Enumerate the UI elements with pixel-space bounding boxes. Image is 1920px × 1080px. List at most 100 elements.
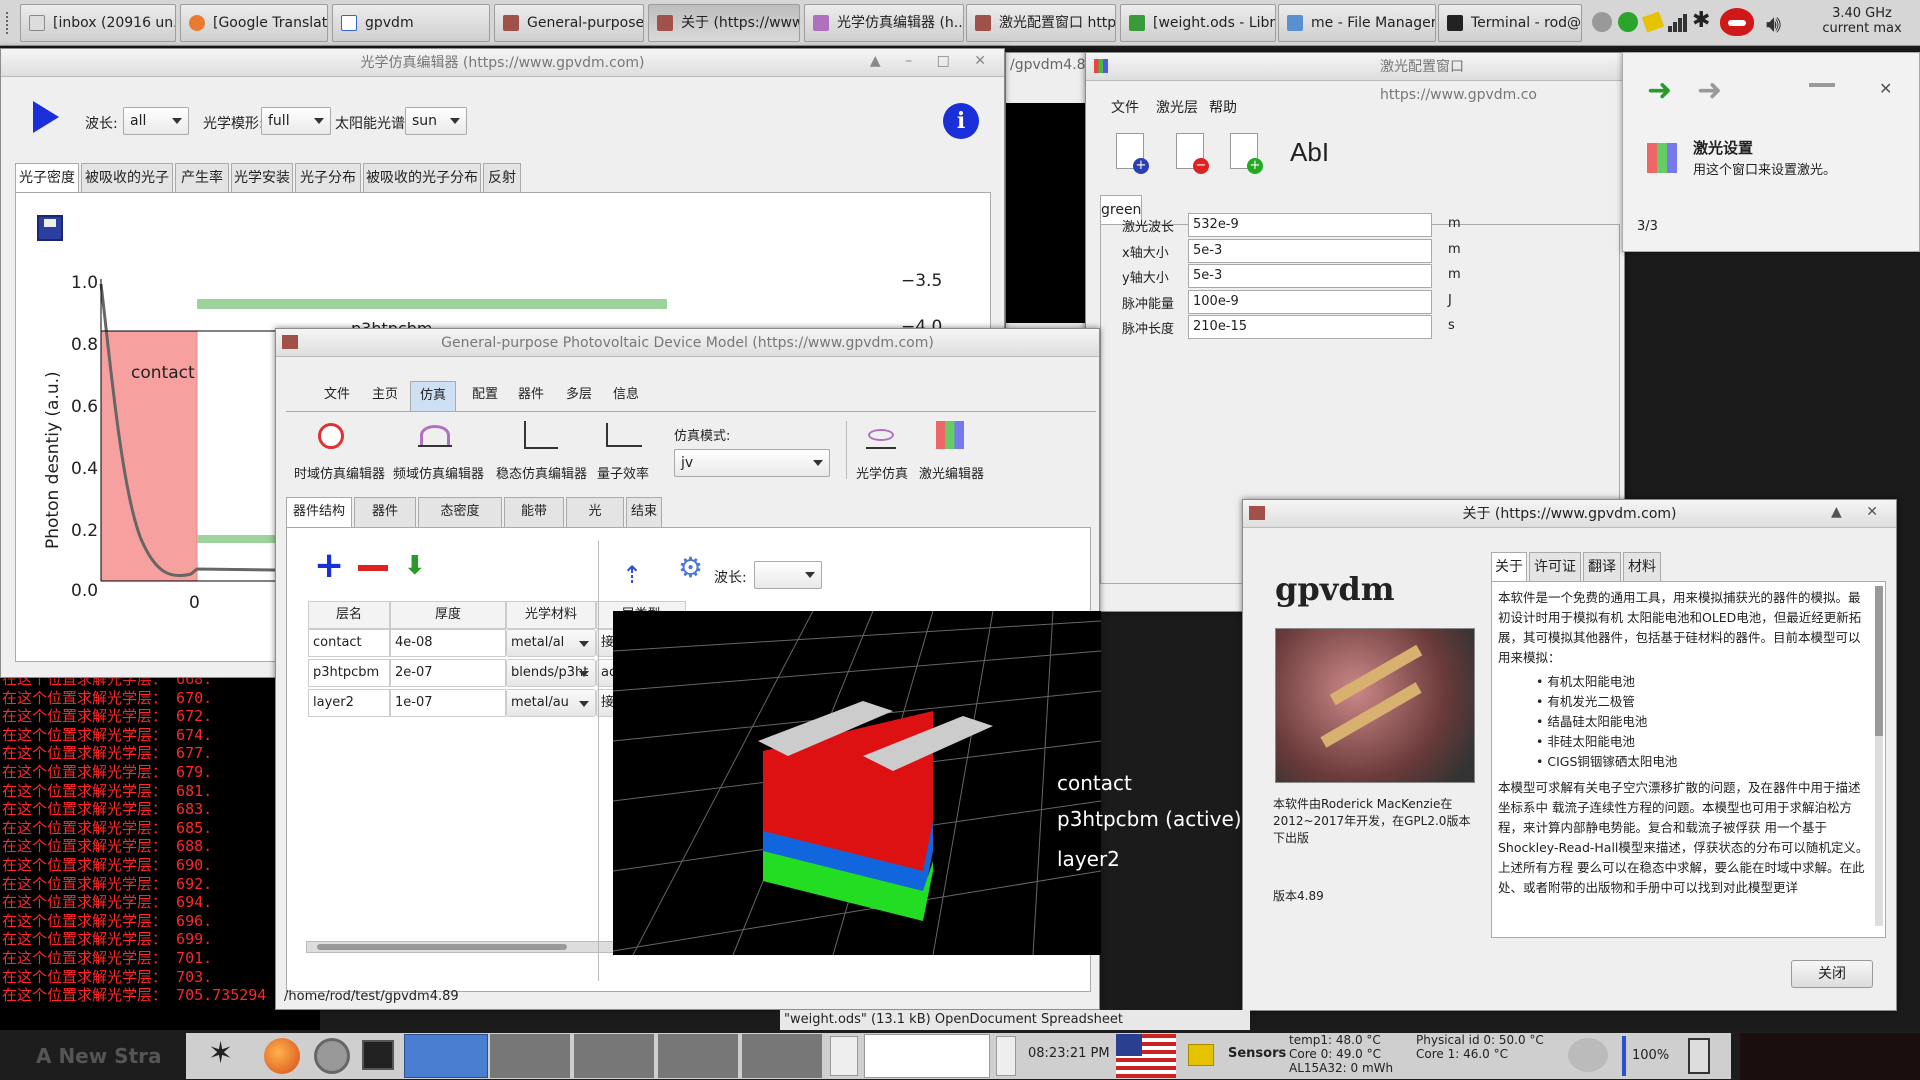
tool-time-domain[interactable]: 时域仿真编辑器 — [294, 463, 385, 482]
tool-quantum-efficiency[interactable]: 量子效率 — [597, 463, 649, 482]
table-dropdown[interactable]: metal/al — [506, 629, 596, 657]
table-cell[interactable]: 4e-08 — [390, 629, 506, 657]
tool-freq-domain[interactable]: 频域仿真编辑器 — [393, 463, 484, 482]
sub-tab[interactable]: 光 — [566, 497, 624, 527]
volume-icon[interactable]: 🔊︎ — [1766, 10, 1781, 38]
signal-icon[interactable] — [1668, 10, 1688, 34]
task-file-manager[interactable]: me - File Manager — [1278, 4, 1436, 42]
tab-generation-rate[interactable]: 产生率 — [175, 163, 229, 193]
sensors-label[interactable]: Sensors — [1228, 1046, 1286, 1061]
delete-file-icon[interactable]: − — [1176, 133, 1209, 174]
rename-icon[interactable]: AbI — [1290, 137, 1329, 168]
tab-optical-setup[interactable]: 光学安装 — [231, 163, 293, 193]
forward-arrow-icon[interactable]: ➜ — [1697, 73, 1722, 108]
tool-optical-sim[interactable]: 光学仿真 — [856, 463, 908, 482]
tool-steady-state[interactable]: 稳态仿真编辑器 — [496, 463, 587, 482]
clipboard-icon[interactable] — [1641, 11, 1665, 33]
task-about[interactable]: 关于 (https://www.... — [648, 4, 800, 42]
ribbon-tab[interactable]: 器件 — [510, 381, 552, 411]
tab-reflection[interactable]: 反射 — [483, 163, 521, 193]
task-inbox[interactable]: [inbox (20916 un... — [20, 4, 176, 42]
task-general-purpose[interactable]: General-purpose... — [494, 4, 644, 42]
tool-laser-editor[interactable]: 激光编辑器 — [919, 463, 984, 482]
window-controls[interactable]: ▲ – □ ✕ — [870, 53, 996, 69]
tab-photon-distribution[interactable]: 光子分布 — [295, 163, 361, 193]
table-header[interactable]: 层名 — [308, 601, 390, 629]
table-cell[interactable]: layer2 — [308, 689, 390, 717]
table-cell[interactable]: p3htpcbm — [308, 659, 390, 687]
tab-absorbed-photons[interactable]: 被吸收的光子 — [81, 163, 173, 193]
sub-tab[interactable]: 器件结构 — [286, 497, 352, 527]
move-down-icon[interactable]: ⬇ — [404, 551, 426, 581]
table-header[interactable]: 光学材料 — [506, 601, 596, 629]
new-file-icon[interactable]: + — [1116, 133, 1149, 174]
menu-file[interactable]: 文件 — [1111, 97, 1139, 117]
tab-photon-density[interactable]: 光子密度 — [15, 163, 79, 193]
clock[interactable]: 08:23:21 PM — [1028, 1046, 1110, 1061]
workspace-5[interactable] — [742, 1034, 822, 1078]
workspace-4[interactable] — [658, 1034, 738, 1078]
bluetooth-icon[interactable]: ✱ — [1692, 8, 1710, 33]
about-scrollbar[interactable] — [1875, 586, 1883, 926]
copy-file-icon[interactable]: + — [1230, 133, 1263, 174]
network-icon[interactable] — [1592, 12, 1612, 32]
rotate-icon[interactable]: ⇡ — [622, 561, 642, 589]
laser-field-input[interactable]: 100e-9 — [1188, 289, 1432, 314]
table-dropdown[interactable]: blends/p3ht — [506, 659, 596, 687]
task-laser-config[interactable]: 激光配置窗口 http... — [966, 4, 1116, 42]
add-layer-icon[interactable]: + — [314, 548, 344, 584]
task-gpvdm[interactable]: gpvdm — [332, 4, 490, 42]
ribbon-tab[interactable]: 仿真 — [410, 381, 456, 411]
gpvdm-bg-window[interactable]: /gpvdm4.89 — [1005, 52, 1096, 352]
terminal-launcher-icon[interactable] — [362, 1040, 394, 1070]
view-wavelength-select[interactable] — [754, 561, 822, 589]
workspace-1[interactable] — [404, 1034, 488, 1078]
info-icon[interactable]: i — [943, 103, 979, 139]
task-weight-ods[interactable]: [weight.ods - Libr... — [1120, 4, 1276, 42]
weather-icon[interactable] — [1568, 1038, 1608, 1072]
optical-model-select[interactable]: full — [261, 107, 331, 135]
workspace-3[interactable] — [574, 1034, 654, 1078]
about-tab-about[interactable]: 关于 — [1491, 552, 1527, 582]
laser-field-input[interactable]: 532e-9 — [1188, 213, 1432, 237]
ribbon-tab[interactable]: 多层 — [558, 381, 600, 411]
run-play-icon[interactable] — [33, 101, 59, 133]
save-icon[interactable] — [37, 215, 63, 241]
task-optical-editor[interactable]: 光学仿真编辑器 (h... — [804, 4, 964, 42]
battery-icon[interactable] — [1688, 1038, 1710, 1074]
optical-sim-icon[interactable] — [866, 423, 896, 449]
sub-tab[interactable]: 器件 — [354, 497, 416, 527]
ribbon-tab[interactable]: 主页 — [364, 381, 406, 411]
tab-absorbed-distribution[interactable]: 被吸收的光子分布 — [363, 163, 481, 193]
menu-help[interactable]: 帮助 — [1209, 97, 1237, 117]
about-window-controls[interactable]: ▲ ✕ — [1831, 504, 1888, 520]
brightness-bar[interactable] — [1622, 1036, 1626, 1076]
close-icon[interactable]: ✕ — [1879, 79, 1892, 98]
spectrum-select[interactable]: sun — [405, 107, 467, 135]
laser-editor-icon[interactable] — [936, 421, 964, 449]
remove-layer-icon[interactable] — [358, 565, 388, 571]
menu-laser-layer[interactable]: 激光层 — [1156, 97, 1198, 117]
ribbon-tab[interactable]: 信息 — [605, 381, 647, 411]
sub-tab[interactable]: 能带 — [504, 497, 564, 527]
laser-field-input[interactable]: 5e-3 — [1188, 264, 1432, 288]
about-tab-materials[interactable]: 材料 — [1623, 552, 1661, 582]
gpvdm-main-window[interactable]: General-purpose Photovoltaic Device Mode… — [275, 328, 1242, 1010]
about-window[interactable]: 关于 (https://www.gpvdm.com) ▲ ✕ gpvdm 本软件… — [1242, 499, 1897, 1011]
table-header[interactable]: 厚度 — [390, 601, 506, 629]
settings-gear-icon[interactable]: ⚙ — [678, 551, 703, 584]
ribbon-tab[interactable]: 配置 — [464, 381, 506, 411]
sub-tab[interactable]: 结束 — [626, 497, 662, 527]
clock-app-icon[interactable] — [314, 1038, 350, 1074]
freq-domain-icon[interactable] — [418, 423, 452, 447]
steady-state-icon[interactable] — [524, 421, 558, 449]
close-button[interactable]: 关闭 — [1791, 960, 1873, 988]
table-cell[interactable]: contact — [308, 629, 390, 657]
firefox-launcher-icon[interactable] — [264, 1038, 300, 1074]
time-domain-icon[interactable] — [318, 423, 344, 449]
us-flag-icon[interactable] — [1116, 1034, 1176, 1078]
task-google-translate[interactable]: [Google Translat... — [180, 4, 328, 42]
laser-field-input[interactable]: 210e-15 — [1188, 315, 1432, 339]
clipman-icon[interactable] — [1188, 1044, 1214, 1066]
workspace-2[interactable] — [490, 1034, 570, 1078]
